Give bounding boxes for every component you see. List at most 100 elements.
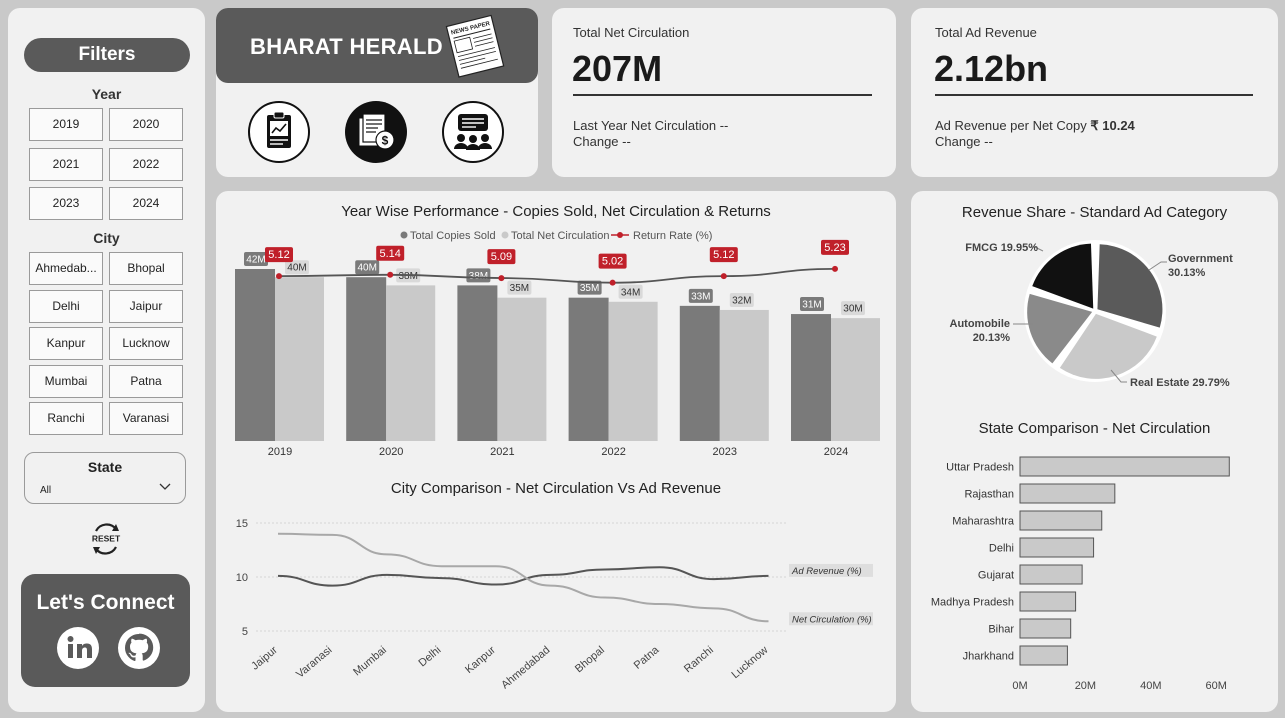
copies-sold-label: 38M [469,271,488,282]
kpi-title: Total Ad Revenue [935,25,1037,40]
return-rate-point [498,275,505,282]
brand-title: BHARAT HERALD [250,34,443,59]
state-bar [1019,618,1072,639]
bar-copies-sold [568,297,609,441]
bar-copies-sold [235,269,275,441]
return-rate-label: 5.12 [268,249,289,261]
state-label: Uttar Pradesh [946,462,1014,474]
copies-sold-label: 42M [246,255,265,266]
newspaper-icon: NEWS PAPER [445,14,505,78]
x-tick-label: 0M [1012,680,1027,692]
x-tick-label: Mumbai [351,644,389,678]
net-circulation-label: 32M [732,295,751,306]
x-tick-label: Patna [632,644,662,672]
copies-sold-label: 35M [580,283,599,294]
return-rate-label: 5.14 [379,248,400,260]
state-bar [1019,537,1095,558]
return-rate-label: 5.12 [713,249,734,261]
year-2021-button[interactable]: 2021 [29,148,103,181]
state-bar [1019,510,1103,531]
year-2023-button[interactable]: 2023 [29,187,103,220]
linkedin-icon[interactable] [56,626,100,670]
state-label: Jharkhand [963,651,1014,663]
city-mumbai-button[interactable]: Mumbai [29,365,103,398]
x-tick-label: 2022 [601,446,625,458]
state-label: Rajasthan [964,489,1014,501]
reset-icon[interactable]: RESET [88,520,124,556]
github-icon[interactable] [117,626,161,670]
x-tick-label: 2020 [379,446,403,458]
year-2020-button[interactable]: 2020 [109,108,183,141]
filters-panel: Filters Year 2019 2020 2021 2022 2023 20… [8,8,205,712]
city-lucknow-button[interactable]: Lucknow [109,327,183,360]
kpi-net-circulation-card: Total Net Circulation 207M Last Year Net… [552,8,896,177]
pie-label: Government [1168,253,1233,265]
city-patna-button[interactable]: Patna [109,365,183,398]
svg-text:$: $ [382,134,389,148]
return-rate-point [720,273,727,280]
return-rate-label: 5.09 [491,251,512,263]
kpi-change: Change -- [935,134,993,149]
right-charts-panel: Revenue Share - Standard Ad Category Gov… [911,191,1278,712]
pie-label: FMCG 19.95% [965,242,1038,254]
city-jaipur-button[interactable]: Jaipur [109,290,183,323]
revenue-share-pie-chart: Government 30.13% Real Estate 29.79% Automo… [950,240,1233,389]
report-icon[interactable] [247,100,311,164]
city-varanasi-button[interactable]: Varanasi [109,402,183,435]
return-rate-label: 5.23 [824,242,845,254]
bar-copies-sold [679,305,720,441]
kpi-ad-revenue-card: Total Ad Revenue 2.12bn Ad Revenue per N… [911,8,1278,177]
city-ahmedabad-button[interactable]: Ahmedab... [29,252,103,285]
pie-pct: 20.13% [973,332,1011,344]
year-chart-title: Year Wise Performance - Copies Sold, Net… [341,203,771,220]
city-ranchi-button[interactable]: Ranchi [29,402,103,435]
x-tick-label: 2023 [713,446,737,458]
year-label: Year [91,86,122,102]
pie-chart-title: Revenue Share - Standard Ad Category [961,204,1228,221]
city-kanpur-button[interactable]: Kanpur [29,327,103,360]
city-bhopal-button[interactable]: Bhopal [109,252,183,285]
year-2024-button[interactable]: 2024 [109,187,183,220]
main-charts-panel: Year Wise Performance - Copies Sold, Net… [216,191,896,712]
state-value: All [40,485,52,496]
year-2022-button[interactable]: 2022 [109,148,183,181]
city-series-line-1 [277,532,769,623]
state-label: Madhya Pradesh [931,597,1014,609]
legend-marker-0 [400,231,408,239]
city-delhi-button[interactable]: Delhi [29,290,103,323]
x-tick-label: Kanpur [463,644,498,676]
connect-card: Let's Connect [21,574,190,687]
x-tick-label: Varanasi [294,644,334,681]
return-rate-point [276,273,282,280]
state-dropdown[interactable]: State All [24,452,186,504]
net-circulation-label: 30M [843,304,862,315]
brand-header: BHARAT HERALD NEWS PAPER [216,8,538,83]
state-bar [1019,564,1083,585]
series-label: Ad Revenue (%) [791,566,862,577]
year-2019-button[interactable]: 2019 [29,108,103,141]
bar-copies-sold [791,314,831,441]
kpi-ad-revenue-per-copy: Ad Revenue per Net Copy ₹ 10.24 [935,118,1135,134]
state-bar [1019,645,1068,666]
net-circulation-label: 34M [621,287,640,298]
x-tick-label: 60M [1205,680,1226,692]
finance-icon[interactable]: $ [344,100,408,164]
return-rate-point [609,279,616,286]
reset-label: RESET [92,534,121,544]
bar-net-circulation [719,309,769,441]
return-rate-label: 5.02 [602,256,623,268]
x-tick-label: Bhopal [573,644,607,675]
state-label: Maharashtra [952,516,1015,528]
legend-marker-1 [501,231,509,239]
bar-copies-sold [457,285,498,441]
legend-marker-2-dot [617,232,623,238]
state-chart-title: State Comparison - Net Circulation [978,420,1211,437]
city-chart-title: City Comparison - Net Circulation Vs Ad … [390,480,722,497]
kpi-per-copy-value: ₹ 10.24 [1090,118,1135,133]
team-icon[interactable] [441,100,505,164]
connect-title: Let's Connect [36,591,175,614]
filters-title: Filters [24,38,190,72]
y-tick-label: 5 [242,626,248,638]
state-label: Delhi [989,543,1014,555]
leader-line [1148,261,1167,271]
